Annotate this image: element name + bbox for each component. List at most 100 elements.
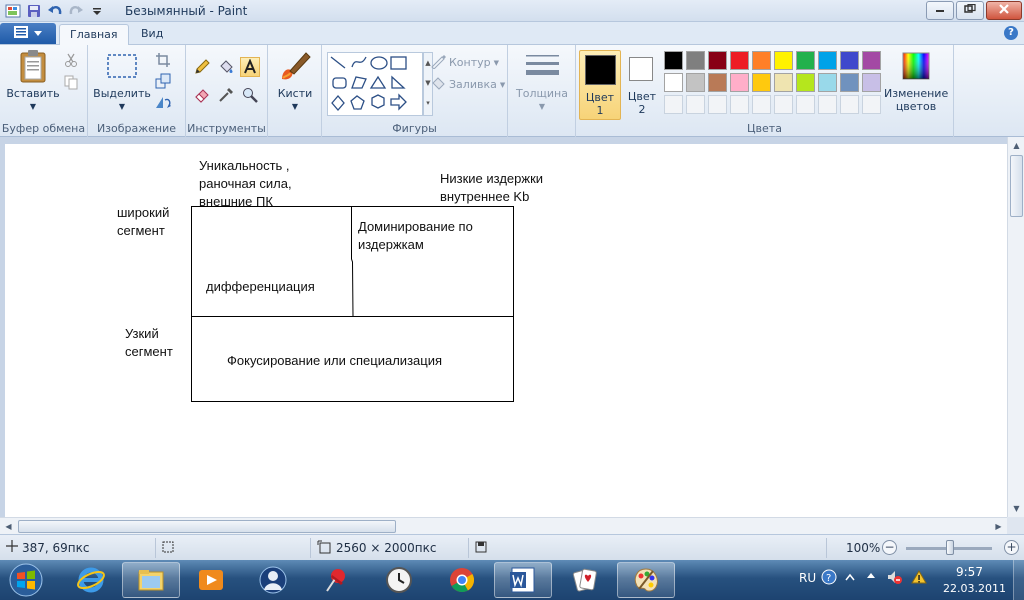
custom-color-slot[interactable] (708, 95, 727, 114)
fill-bucket-icon[interactable] (216, 57, 236, 77)
select-button[interactable]: Выделить ▼ (93, 49, 151, 113)
color-picker-icon[interactable] (216, 85, 236, 105)
taskbar-explorer[interactable] (122, 562, 180, 598)
crop-icon[interactable] (154, 51, 172, 69)
taskbar-messenger[interactable] (244, 562, 302, 598)
copy-icon[interactable] (62, 73, 80, 91)
magnifier-icon[interactable] (240, 85, 260, 105)
scroll-up-icon[interactable]: ▲ (1009, 138, 1024, 153)
zoom-out-icon[interactable]: − (882, 540, 897, 555)
scroll-left-icon[interactable]: ◀ (1, 519, 16, 534)
color1-button[interactable]: Цвет 1 (579, 50, 621, 120)
pencil-icon[interactable] (192, 57, 212, 77)
vertical-scrollbar[interactable]: ▲ ▼ (1007, 137, 1024, 517)
tab-view[interactable]: Вид (131, 24, 173, 45)
palette-color-swatch[interactable] (708, 51, 727, 70)
scroll-right-icon[interactable]: ▶ (991, 519, 1006, 534)
palette-color-swatch[interactable] (664, 73, 683, 92)
palette-color-swatch[interactable] (752, 73, 771, 92)
paste-dropdown-icon: ▼ (29, 102, 37, 111)
color2-button[interactable]: Цвет 2 (625, 50, 659, 120)
clock-time[interactable]: 9:57 (956, 565, 983, 579)
palette-color-swatch[interactable] (752, 51, 771, 70)
palette-color-swatch[interactable] (774, 73, 793, 92)
custom-color-slot[interactable] (796, 95, 815, 114)
taskbar-chrome[interactable] (433, 562, 491, 598)
paint-icon[interactable] (4, 2, 22, 20)
palette-color-swatch[interactable] (686, 73, 705, 92)
minimize-button[interactable] (926, 1, 954, 20)
palette-color-swatch[interactable] (796, 73, 815, 92)
redo-icon[interactable] (67, 2, 85, 20)
custom-color-slot[interactable] (686, 95, 705, 114)
paint-menu-button[interactable] (0, 23, 56, 44)
palette-color-swatch[interactable] (686, 51, 705, 70)
help-tray-icon[interactable]: ? (821, 569, 837, 588)
zoom-slider-thumb[interactable] (946, 540, 954, 555)
cut-icon[interactable] (62, 51, 80, 69)
outline-button[interactable]: Контур ▼ (430, 53, 499, 72)
palette-color-swatch[interactable] (730, 73, 749, 92)
horizontal-scrollbar[interactable]: ◀ ▶ (0, 517, 1007, 534)
palette-color-swatch[interactable] (708, 73, 727, 92)
close-button[interactable] (986, 1, 1022, 20)
palette-color-swatch[interactable] (862, 73, 881, 92)
custom-color-slot[interactable] (818, 95, 837, 114)
action-center-warning-icon[interactable] (910, 569, 928, 588)
custom-color-slot[interactable] (774, 95, 793, 114)
start-button[interactable] (4, 561, 48, 599)
palette-color-swatch[interactable] (774, 51, 793, 70)
drawing-canvas[interactable]: Уникальность , раночная сила, внешние ПК… (5, 144, 1007, 517)
paste-button[interactable]: Вставить ▼ (6, 49, 60, 113)
size-label: Толщина (516, 87, 568, 100)
scroll-down-icon[interactable]: ▼ (1009, 501, 1024, 516)
rotate-icon[interactable] (154, 93, 172, 111)
taskbar-clock-app[interactable] (370, 562, 428, 598)
palette-color-swatch[interactable] (664, 51, 683, 70)
tray-expand-icon[interactable] (845, 569, 855, 586)
show-hidden-icons-icon[interactable] (866, 569, 876, 586)
wide-segment-label: широкий сегмент (117, 205, 170, 238)
palette-color-swatch[interactable] (730, 51, 749, 70)
help-icon[interactable]: ? (1004, 26, 1018, 40)
tab-home[interactable]: Главная (59, 24, 129, 45)
taskbar-pin-app[interactable] (307, 562, 365, 598)
taskbar-cards-game[interactable] (556, 562, 614, 598)
taskbar-paint[interactable] (617, 562, 675, 598)
palette-color-swatch[interactable] (818, 73, 837, 92)
custom-color-slot[interactable] (730, 95, 749, 114)
custom-color-slot[interactable] (840, 95, 859, 114)
custom-color-slot[interactable] (664, 95, 683, 114)
clock-date[interactable]: 22.03.2011 (943, 582, 1006, 595)
show-desktop-button[interactable] (1013, 560, 1024, 600)
brushes-button[interactable]: Кисти ▼ (272, 49, 318, 113)
edit-colors-button[interactable]: Изменение цветов (882, 49, 950, 113)
eraser-icon[interactable] (192, 85, 212, 105)
palette-color-swatch[interactable] (818, 51, 837, 70)
taskbar-ie[interactable] (62, 562, 120, 598)
save-icon[interactable] (25, 2, 43, 20)
resize-icon[interactable] (154, 72, 172, 90)
palette-color-swatch[interactable] (796, 51, 815, 70)
zoom-in-icon[interactable]: + (1004, 540, 1019, 555)
palette-color-swatch[interactable] (862, 51, 881, 70)
palette-color-swatch[interactable] (840, 73, 859, 92)
horizontal-scroll-thumb[interactable] (18, 520, 396, 533)
volume-muted-icon[interactable] (886, 569, 902, 588)
palette-color-swatch[interactable] (840, 51, 859, 70)
undo-icon[interactable] (46, 2, 64, 20)
taskbar-media-player[interactable] (182, 562, 240, 598)
language-indicator[interactable]: RU (799, 571, 816, 585)
paint-palette-icon (634, 568, 658, 592)
fill-button[interactable]: Заливка ▼ (430, 75, 505, 94)
taskbar-word[interactable] (494, 562, 552, 598)
custom-color-slot[interactable] (862, 95, 881, 114)
shapes-gallery[interactable] (327, 52, 423, 116)
maximize-button[interactable] (956, 1, 984, 20)
low-costs-label: Низкие издержки внутреннее Kb (440, 171, 544, 204)
size-button[interactable]: Толщина ▼ (514, 49, 570, 113)
text-tool-icon[interactable] (240, 57, 260, 77)
customize-dropdown-icon[interactable] (88, 2, 106, 20)
vertical-scroll-thumb[interactable] (1010, 155, 1023, 217)
custom-color-slot[interactable] (752, 95, 771, 114)
